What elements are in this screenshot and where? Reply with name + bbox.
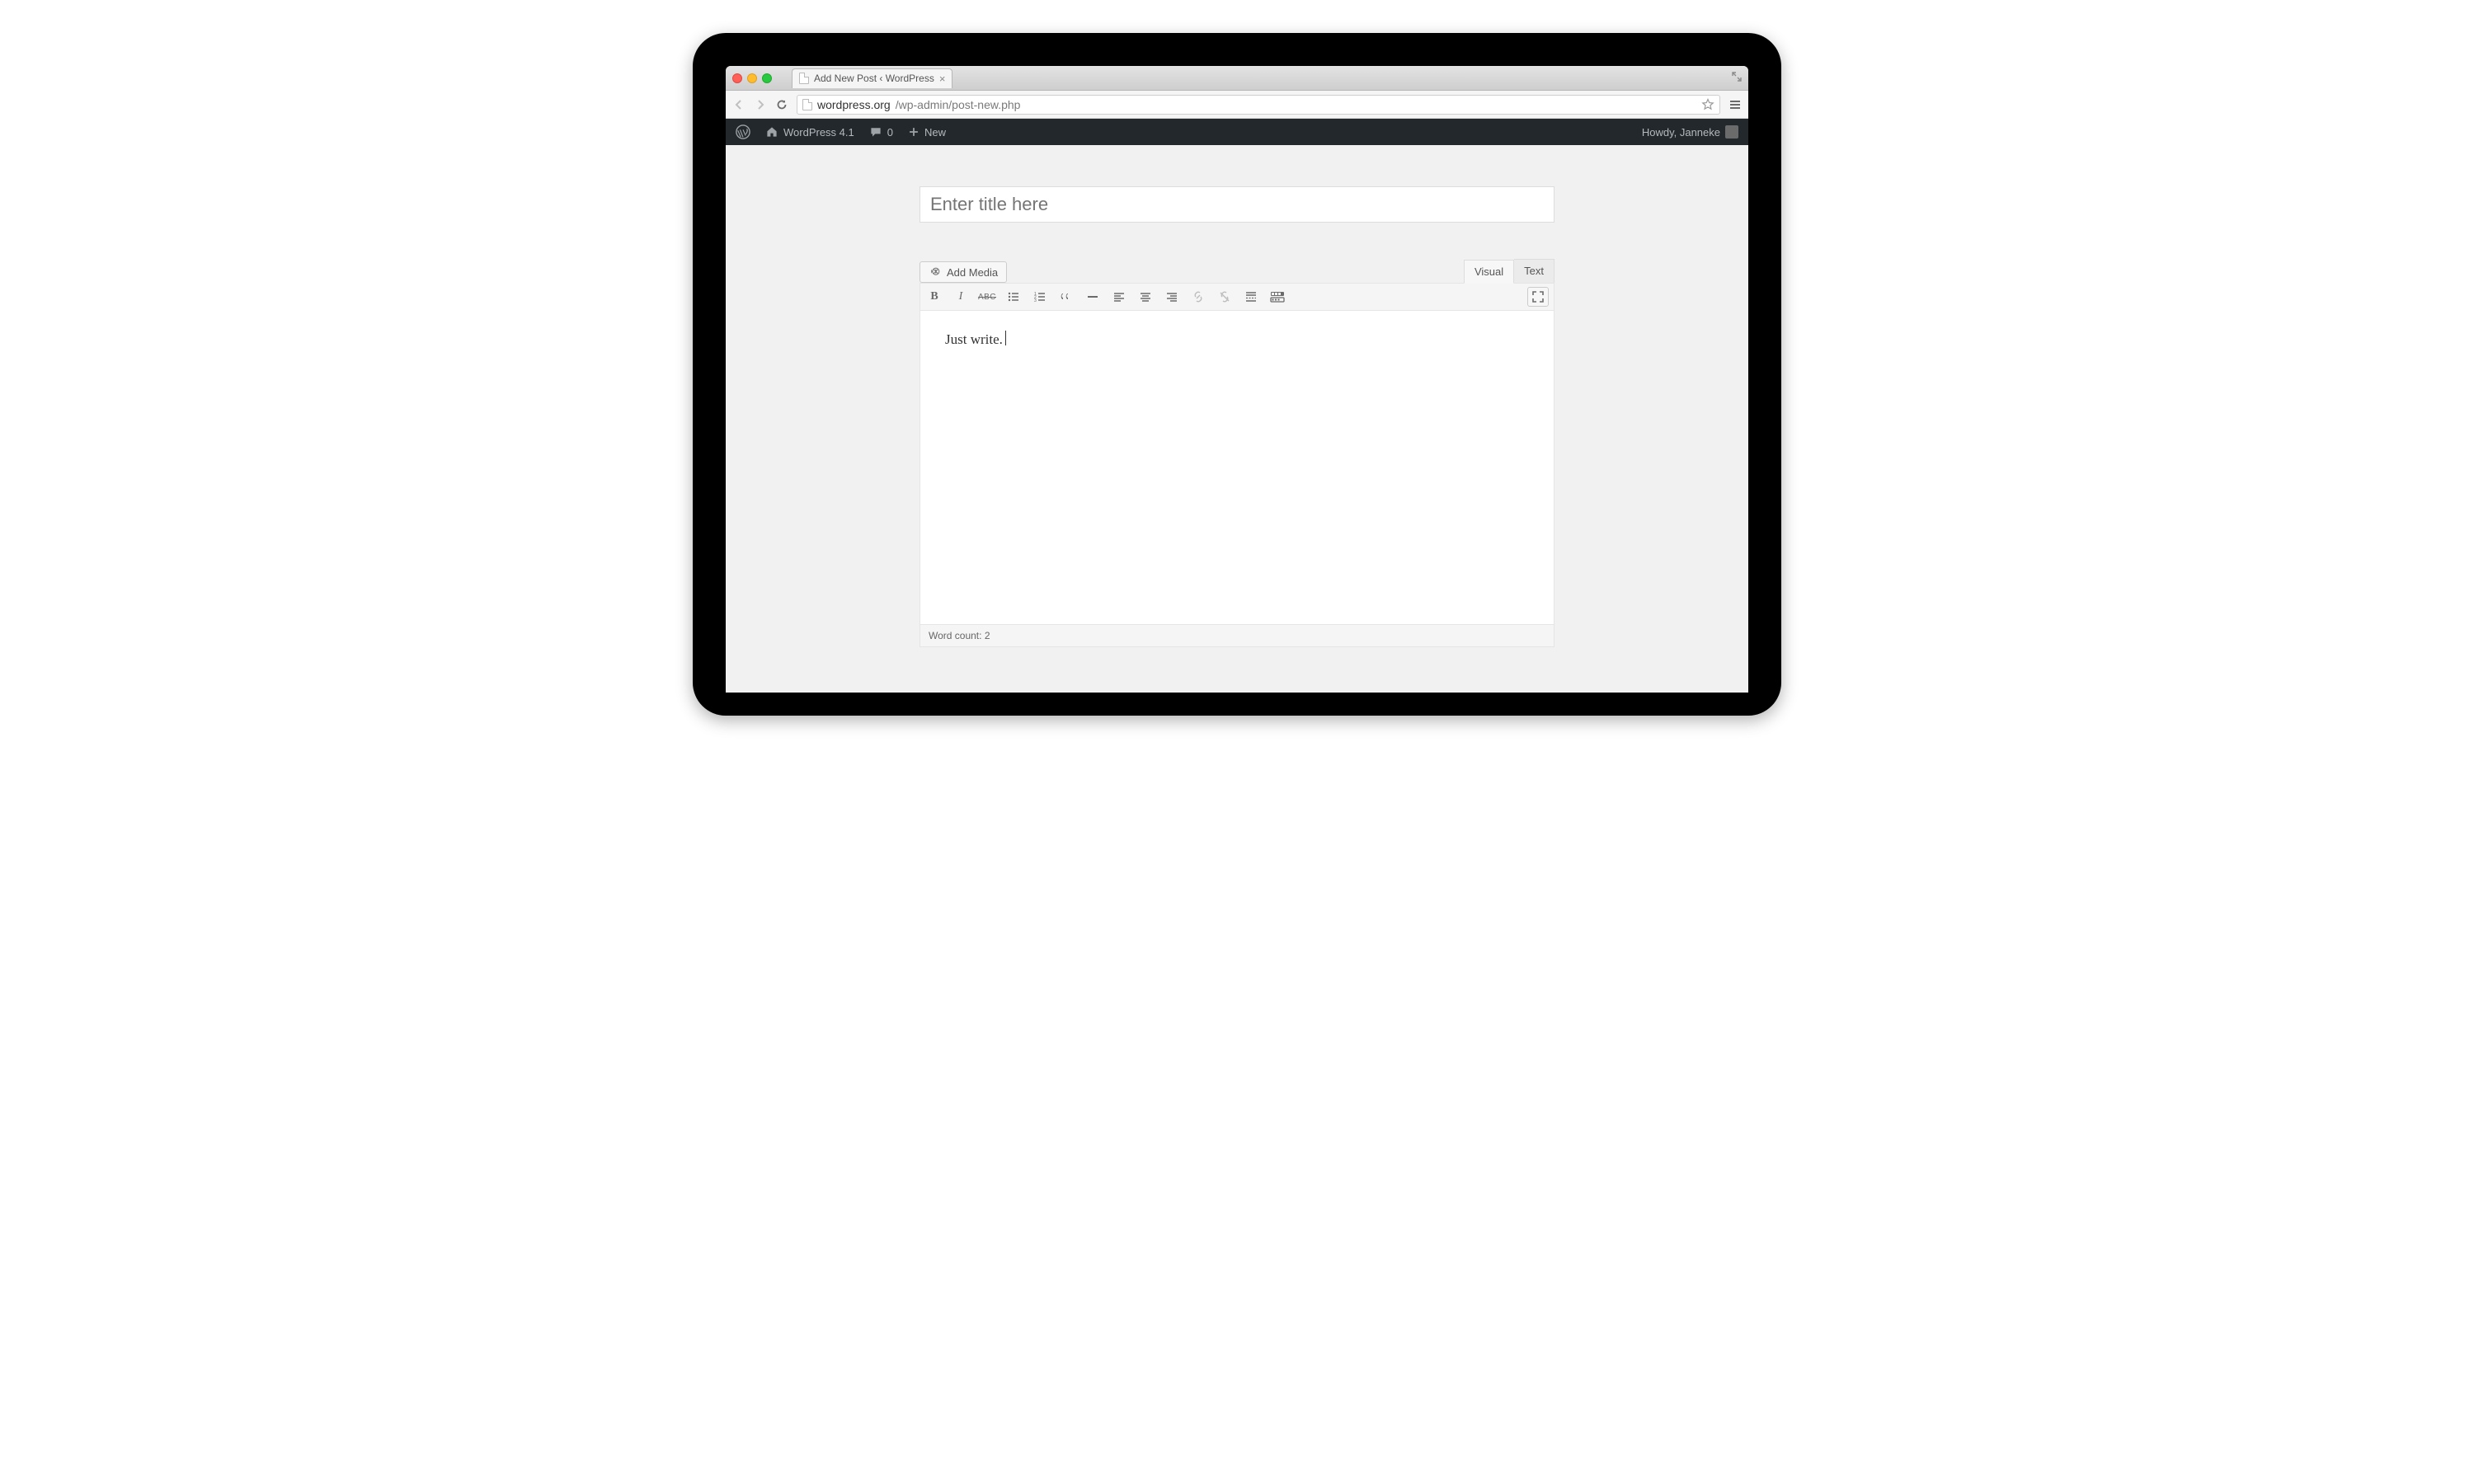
blockquote-button[interactable] bbox=[1057, 288, 1075, 306]
insert-more-button[interactable] bbox=[1242, 288, 1260, 306]
avatar bbox=[1725, 125, 1738, 139]
forward-button[interactable] bbox=[754, 98, 767, 111]
device-frame: Add New Post ‹ WordPress × wordpress.org… bbox=[693, 33, 1781, 716]
tinymce-editor: B I ABC 123 bbox=[920, 283, 1554, 647]
tab-text[interactable]: Text bbox=[1514, 259, 1554, 283]
window-minimize-dot[interactable] bbox=[747, 73, 757, 83]
align-right-button[interactable] bbox=[1163, 288, 1181, 306]
toolbar-toggle-button[interactable] bbox=[1268, 288, 1286, 306]
reload-button[interactable] bbox=[775, 98, 788, 111]
window-close-dot[interactable] bbox=[732, 73, 742, 83]
browser-toolbar: wordpress.org/wp-admin/post-new.php bbox=[726, 91, 1748, 119]
howdy-label: Howdy, Janneke bbox=[1642, 126, 1720, 139]
account-menu[interactable]: Howdy, Janneke bbox=[1642, 125, 1738, 139]
media-icon bbox=[929, 265, 942, 279]
editor-text: Just write. bbox=[945, 331, 1003, 347]
strikethrough-button[interactable]: ABC bbox=[978, 288, 996, 306]
text-cursor bbox=[1005, 331, 1006, 345]
home-icon bbox=[765, 125, 778, 139]
browser-tab[interactable]: Add New Post ‹ WordPress × bbox=[792, 68, 952, 88]
add-media-label: Add Media bbox=[947, 266, 998, 279]
add-media-button[interactable]: Add Media bbox=[920, 261, 1007, 283]
url-bar[interactable]: wordpress.org/wp-admin/post-new.php bbox=[797, 95, 1720, 115]
editor-toolbar: B I ABC 123 bbox=[920, 284, 1554, 311]
bookmark-star-icon[interactable] bbox=[1701, 98, 1714, 111]
svg-text:3: 3 bbox=[1034, 298, 1037, 303]
window-zoom-dot[interactable] bbox=[762, 73, 772, 83]
browser-fullscreen-icon[interactable] bbox=[1732, 72, 1742, 84]
horizontal-rule-button[interactable] bbox=[1084, 288, 1102, 306]
page-icon bbox=[802, 99, 812, 110]
italic-button[interactable]: I bbox=[952, 288, 970, 306]
back-button[interactable] bbox=[732, 98, 745, 111]
insert-link-button[interactable] bbox=[1189, 288, 1207, 306]
post-title-input[interactable] bbox=[920, 186, 1554, 223]
browser-tab-bar: Add New Post ‹ WordPress × bbox=[726, 66, 1748, 91]
wp-logo-menu[interactable] bbox=[736, 124, 750, 139]
numbered-list-button[interactable]: 123 bbox=[1031, 288, 1049, 306]
editor-content-area[interactable]: Just write. bbox=[920, 311, 1554, 624]
site-name-label: WordPress 4.1 bbox=[783, 126, 854, 139]
new-content-menu[interactable]: New bbox=[908, 126, 946, 139]
editor-mode-tabs: Visual Text bbox=[1464, 259, 1554, 283]
site-name-menu[interactable]: WordPress 4.1 bbox=[765, 125, 854, 139]
url-path: /wp-admin/post-new.php bbox=[896, 98, 1021, 111]
align-left-button[interactable] bbox=[1110, 288, 1128, 306]
post-editor: Add Media Visual Text B I ABC bbox=[920, 186, 1554, 693]
word-count-label: Word count: bbox=[929, 630, 981, 641]
new-label: New bbox=[924, 126, 946, 139]
wp-content-area: Add Media Visual Text B I ABC bbox=[726, 145, 1748, 693]
page-icon bbox=[799, 73, 809, 84]
bulleted-list-button[interactable] bbox=[1004, 288, 1023, 306]
wordpress-logo-icon bbox=[736, 124, 750, 139]
word-count-value: 2 bbox=[985, 630, 990, 641]
comment-icon bbox=[869, 125, 882, 139]
browser-tab-title: Add New Post ‹ WordPress bbox=[814, 73, 934, 84]
remove-link-button[interactable] bbox=[1216, 288, 1234, 306]
editor-status-bar: Word count: 2 bbox=[920, 624, 1554, 646]
browser-menu-icon[interactable] bbox=[1729, 98, 1742, 111]
wp-admin-bar: WordPress 4.1 0 New Howdy, Janneke bbox=[726, 119, 1748, 145]
tab-visual[interactable]: Visual bbox=[1464, 260, 1514, 284]
close-tab-icon[interactable]: × bbox=[939, 73, 946, 85]
plus-icon bbox=[908, 126, 920, 138]
device-screen: Add New Post ‹ WordPress × wordpress.org… bbox=[726, 66, 1748, 693]
bold-button[interactable]: B bbox=[925, 288, 943, 306]
distraction-free-button[interactable] bbox=[1527, 287, 1549, 307]
comments-count: 0 bbox=[887, 126, 893, 139]
align-center-button[interactable] bbox=[1136, 288, 1155, 306]
comments-menu[interactable]: 0 bbox=[869, 125, 893, 139]
device-hinge bbox=[726, 693, 1748, 716]
url-host: wordpress.org bbox=[817, 98, 891, 111]
